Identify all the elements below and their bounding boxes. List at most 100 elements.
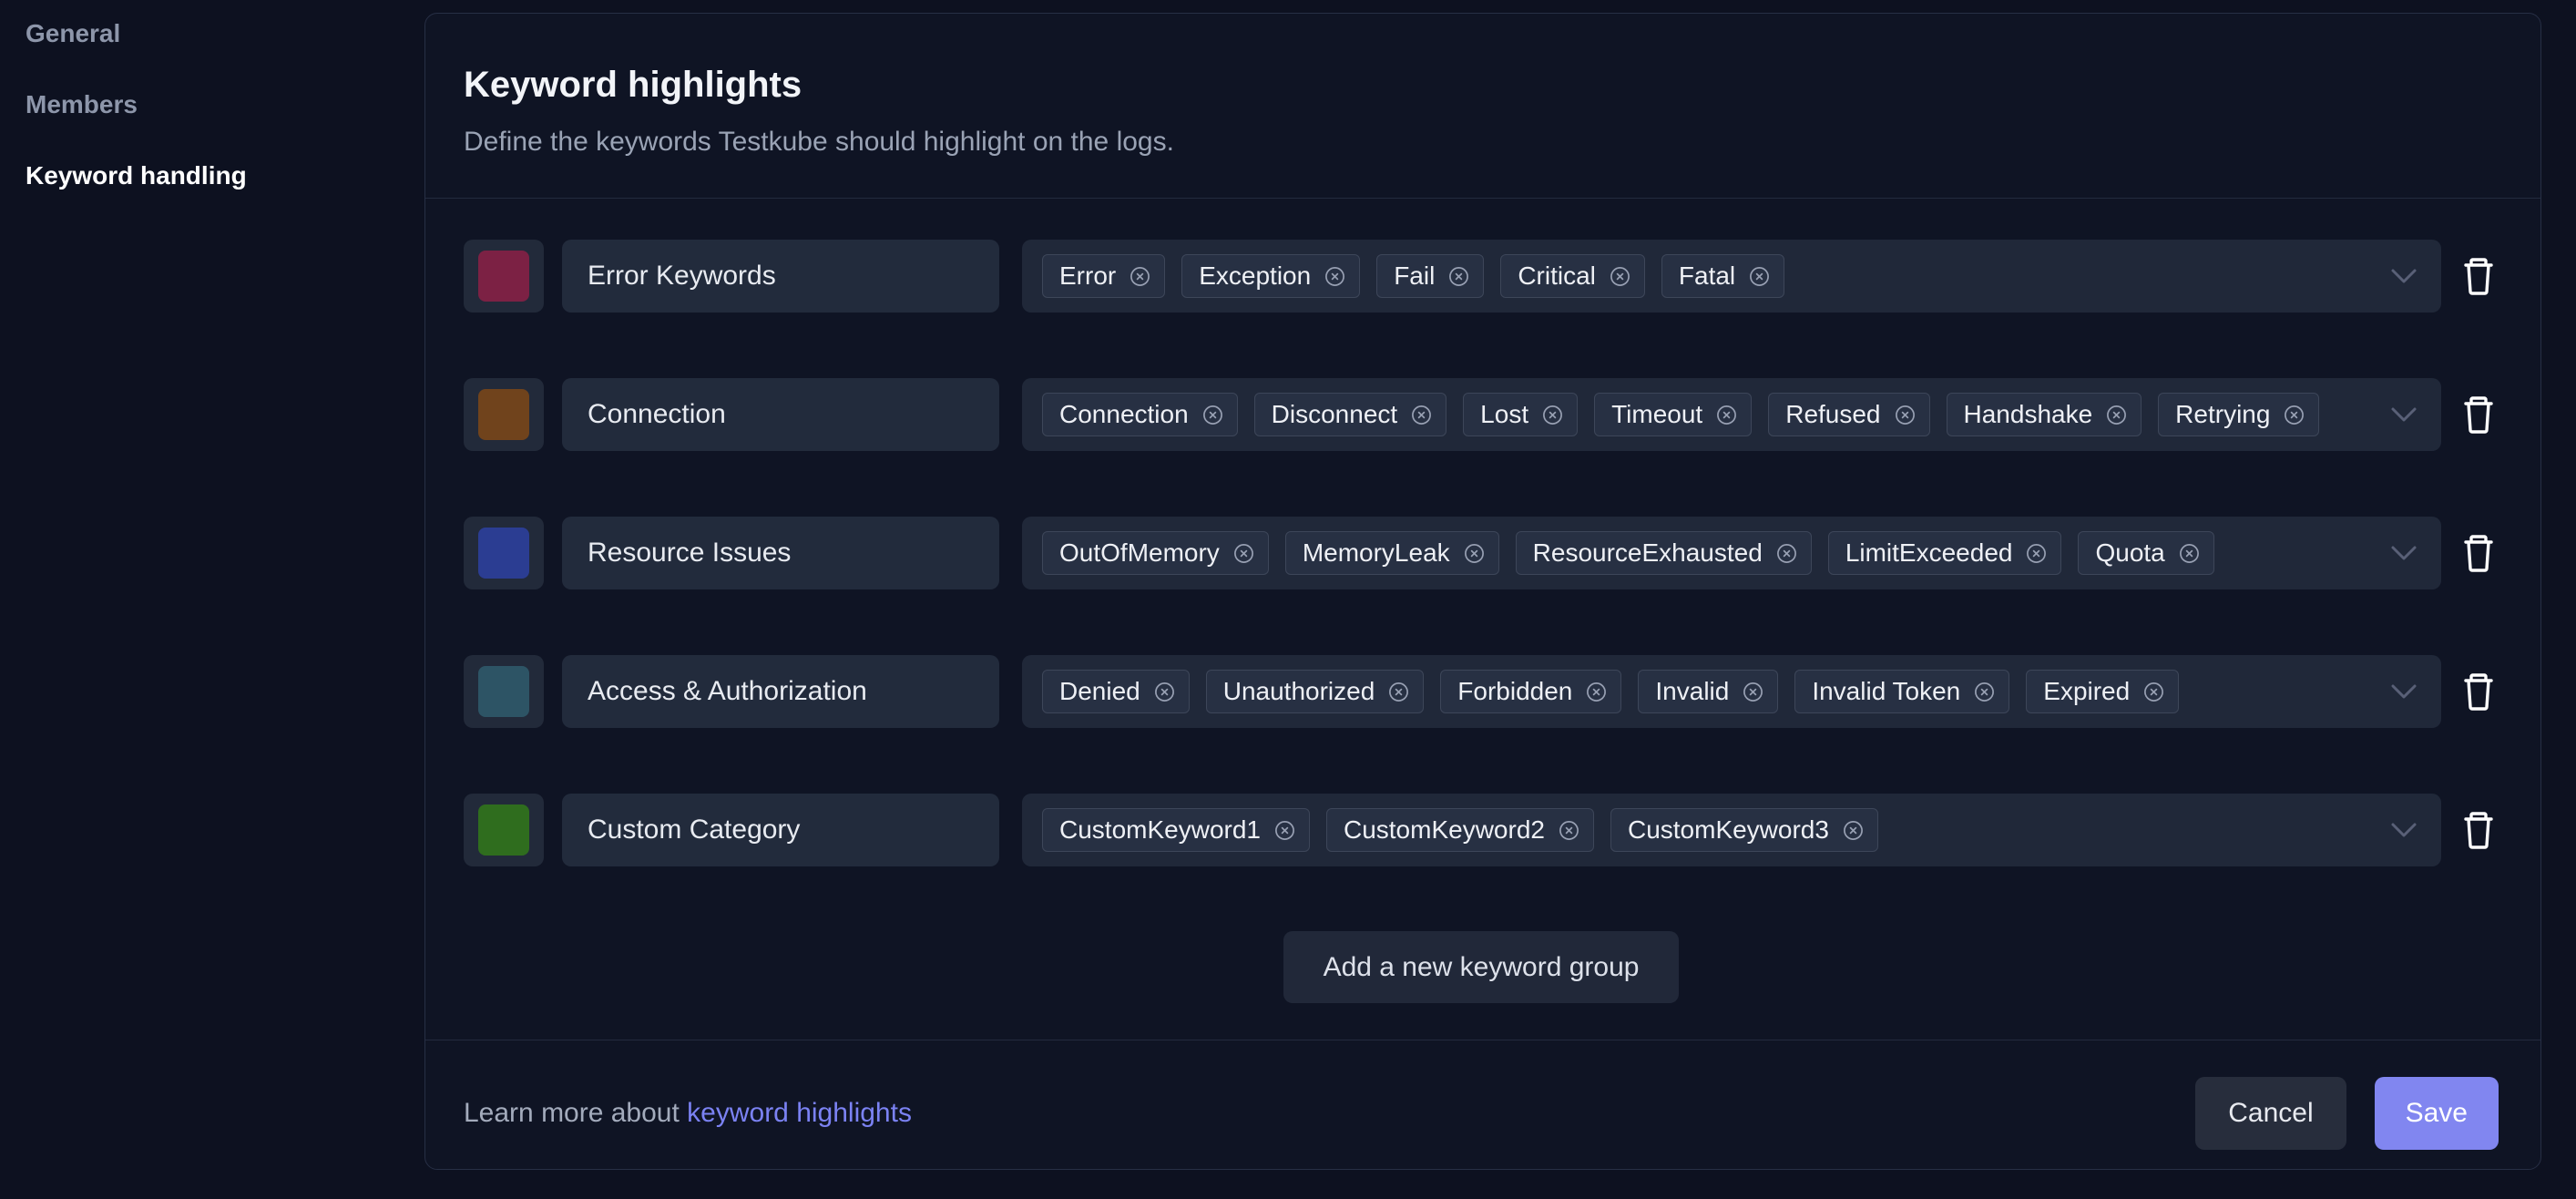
keyword-chip: Connection — [1042, 393, 1238, 436]
keyword-chip-label: Fatal — [1678, 261, 1736, 290]
remove-keyword-icon[interactable] — [2105, 404, 2128, 426]
chevron-down-icon[interactable] — [2390, 406, 2418, 423]
keyword-chip-label: Denied — [1059, 677, 1140, 705]
keyword-chip: Unauthorized — [1205, 670, 1425, 713]
keyword-chip: Error — [1042, 254, 1166, 298]
keywords-tags-input[interactable]: Error Exception Fail Critical Fatal — [1022, 240, 2441, 313]
keyword-chip-label: Critical — [1518, 261, 1596, 290]
remove-keyword-icon[interactable] — [1742, 681, 1764, 703]
remove-keyword-icon[interactable] — [2178, 542, 2201, 565]
chevron-down-icon[interactable] — [2390, 545, 2418, 561]
remove-keyword-icon[interactable] — [1541, 404, 1564, 426]
keyword-chip: Expired — [2026, 670, 2180, 713]
keywords-tags-input[interactable]: Denied Unauthorized Forbidden Invalid In… — [1022, 655, 2441, 728]
color-picker-button[interactable] — [464, 517, 544, 589]
delete-group-button[interactable] — [2458, 395, 2499, 435]
keyword-highlights-panel: Keyword highlights Define the keywords T… — [424, 13, 2541, 1170]
sidebar-item-members[interactable]: Members — [26, 91, 424, 118]
save-button[interactable]: Save — [2374, 1077, 2499, 1150]
keyword-chip: ResourceExhausted — [1515, 531, 1812, 575]
keyword-chip: MemoryLeak — [1284, 531, 1499, 575]
remove-keyword-icon[interactable] — [1447, 265, 1470, 288]
chevron-down-icon[interactable] — [2390, 683, 2418, 700]
keyword-highlights-link[interactable]: keyword highlights — [687, 1098, 912, 1128]
keyword-chip-label: Handshake — [1963, 400, 2093, 428]
group-name-input[interactable]: Resource Issues — [562, 517, 999, 589]
group-name-input[interactable]: Custom Category — [562, 794, 999, 866]
keyword-chip: Disconnect — [1253, 393, 1447, 436]
keyword-chip: CustomKeyword3 — [1610, 808, 1878, 852]
remove-keyword-icon[interactable] — [2025, 542, 2048, 565]
remove-keyword-icon[interactable] — [1232, 542, 1255, 565]
delete-group-button[interactable] — [2458, 810, 2499, 850]
keyword-chip: Lost — [1463, 393, 1579, 436]
panel-header: Keyword highlights Define the keywords T… — [425, 14, 2540, 199]
chevron-down-icon[interactable] — [2390, 268, 2418, 284]
remove-keyword-icon[interactable] — [1894, 404, 1917, 426]
group-color-swatch — [478, 804, 529, 856]
remove-keyword-icon[interactable] — [1558, 819, 1580, 842]
trash-icon — [2460, 256, 2497, 296]
group-color-swatch — [478, 389, 529, 440]
delete-group-button[interactable] — [2458, 671, 2499, 712]
keywords-tags-input[interactable]: OutOfMemory MemoryLeak ResourceExhausted — [1022, 517, 2441, 589]
keyword-chip: Critical — [1500, 254, 1645, 298]
color-picker-button[interactable] — [464, 655, 544, 728]
keyword-chip-label: Refused — [1785, 400, 1881, 428]
remove-keyword-icon[interactable] — [1609, 265, 1631, 288]
learn-more-text: Learn more about keyword highlights — [464, 1098, 912, 1129]
color-picker-button[interactable] — [464, 794, 544, 866]
keyword-chip: OutOfMemory — [1042, 531, 1269, 575]
keyword-group-row: Access & Authorization Denied Unauthoriz… — [464, 655, 2499, 728]
color-picker-button[interactable] — [464, 378, 544, 451]
remove-keyword-icon[interactable] — [1201, 404, 1224, 426]
remove-keyword-icon[interactable] — [2283, 404, 2305, 426]
group-name-input[interactable]: Access & Authorization — [562, 655, 999, 728]
keyword-chip: Denied — [1042, 670, 1190, 713]
keyword-chip: CustomKeyword2 — [1325, 808, 1594, 852]
delete-group-button[interactable] — [2458, 256, 2499, 296]
keyword-chip-label: ResourceExhausted — [1532, 538, 1763, 567]
remove-keyword-icon[interactable] — [1973, 681, 1996, 703]
keywords-tags-input[interactable]: Connection Disconnect Lost Timeout Refus… — [1022, 378, 2441, 451]
remove-keyword-icon[interactable] — [1842, 819, 1865, 842]
keyword-chip: Forbidden — [1440, 670, 1622, 713]
cancel-button[interactable]: Cancel — [2195, 1077, 2346, 1150]
remove-keyword-icon[interactable] — [1153, 681, 1176, 703]
group-name-input[interactable]: Error Keywords — [562, 240, 999, 313]
sidebar-item-keyword-handling[interactable]: Keyword handling — [26, 162, 424, 190]
keyword-chip-label: CustomKeyword3 — [1627, 815, 1829, 844]
remove-keyword-icon[interactable] — [1387, 681, 1410, 703]
sidebar-item-general[interactable]: General — [26, 20, 424, 47]
remove-keyword-icon[interactable] — [1775, 542, 1798, 565]
remove-keyword-icon[interactable] — [1748, 265, 1771, 288]
remove-keyword-icon[interactable] — [1585, 681, 1608, 703]
keyword-group-list: Error Keywords Error Exception Fail Crit… — [425, 199, 2540, 1040]
remove-keyword-icon[interactable] — [1129, 265, 1151, 288]
keyword-group-row: Error Keywords Error Exception Fail Crit… — [464, 240, 2499, 313]
keyword-chip: Retrying — [2158, 393, 2320, 436]
group-name-input[interactable]: Connection — [562, 378, 999, 451]
remove-keyword-icon[interactable] — [2142, 681, 2165, 703]
keyword-chip-label: Quota — [2095, 538, 2165, 567]
keyword-chip: LimitExceeded — [1827, 531, 2062, 575]
keyword-chip-label: LimitExceeded — [1845, 538, 2013, 567]
keyword-chip: Handshake — [1946, 393, 2142, 436]
keyword-chip-label: Connection — [1059, 400, 1189, 428]
trash-icon — [2460, 395, 2497, 435]
add-keyword-group-button[interactable]: Add a new keyword group — [1283, 931, 1680, 1003]
remove-keyword-icon[interactable] — [1324, 265, 1346, 288]
remove-keyword-icon[interactable] — [1410, 404, 1433, 426]
remove-keyword-icon[interactable] — [1273, 819, 1296, 842]
keyword-chip: Timeout — [1594, 393, 1753, 436]
keywords-tags-input[interactable]: CustomKeyword1 CustomKeyword2 CustomKeyw… — [1022, 794, 2441, 866]
delete-group-button[interactable] — [2458, 533, 2499, 573]
remove-keyword-icon[interactable] — [1463, 542, 1486, 565]
color-picker-button[interactable] — [464, 240, 544, 313]
keyword-chip: Invalid — [1638, 670, 1779, 713]
keyword-chip-label: Unauthorized — [1222, 677, 1375, 705]
keyword-chip: Fail — [1376, 254, 1485, 298]
remove-keyword-icon[interactable] — [1715, 404, 1738, 426]
chevron-down-icon[interactable] — [2390, 822, 2418, 838]
keyword-chip-label: Forbidden — [1457, 677, 1573, 705]
